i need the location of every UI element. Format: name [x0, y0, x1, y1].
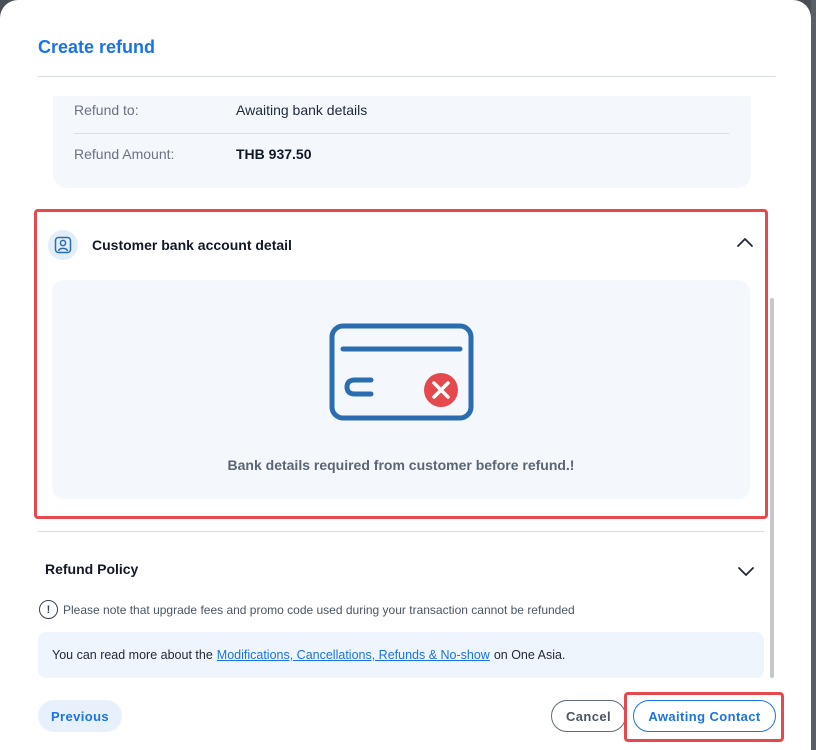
- cancel-button[interactable]: Cancel: [551, 700, 626, 732]
- info-icon: !: [39, 600, 58, 619]
- collapse-bank-section-button[interactable]: [733, 230, 757, 254]
- refund-summary-card: Refund to: Awaiting bank details Refund …: [53, 96, 751, 188]
- bank-details-empty-state: Bank details required from customer befo…: [52, 280, 750, 499]
- refund-policy-read-more: You can read more about the Modification…: [38, 632, 764, 678]
- refund-policy-note-text: Please note that upgrade fees and promo …: [63, 602, 575, 617]
- refund-to-label: Refund to:: [74, 102, 139, 118]
- backdrop-edge: [811, 0, 816, 750]
- refund-policy-note: ! Please note that upgrade fees and prom…: [39, 600, 575, 619]
- read-more-suffix: on One Asia.: [493, 648, 566, 662]
- awaiting-contact-button[interactable]: Awaiting Contact: [633, 700, 776, 732]
- previous-button[interactable]: Previous: [38, 700, 122, 732]
- expand-refund-policy-button[interactable]: [734, 559, 758, 583]
- modal-title: Create refund: [38, 37, 156, 57]
- user-account-icon: [48, 230, 78, 260]
- read-more-prefix: You can read more about the: [52, 648, 213, 662]
- summary-divider: [74, 133, 729, 134]
- refund-policy-link[interactable]: Modifications, Cancellations, Refunds & …: [217, 648, 490, 662]
- credit-card-error-icon: [329, 323, 474, 421]
- refund-policy-title: Refund Policy: [45, 561, 139, 577]
- customer-bank-section: Customer bank account detail Bank detail…: [34, 209, 768, 519]
- bank-section-title: Customer bank account detail: [92, 237, 292, 253]
- refund-amount-label: Refund Amount:: [74, 146, 175, 162]
- refund-to-value: Awaiting bank details: [236, 102, 368, 118]
- chevron-up-icon: [737, 238, 753, 247]
- scrollbar[interactable]: [770, 298, 774, 678]
- chevron-down-icon: [738, 567, 754, 576]
- title-divider: [38, 76, 776, 77]
- refund-amount-value: THB 937.50: [236, 146, 312, 162]
- bank-details-required-message: Bank details required from customer befo…: [227, 457, 575, 473]
- create-refund-modal: Create refund Refund to: Awaiting bank d…: [0, 0, 811, 750]
- section-divider: [38, 531, 764, 532]
